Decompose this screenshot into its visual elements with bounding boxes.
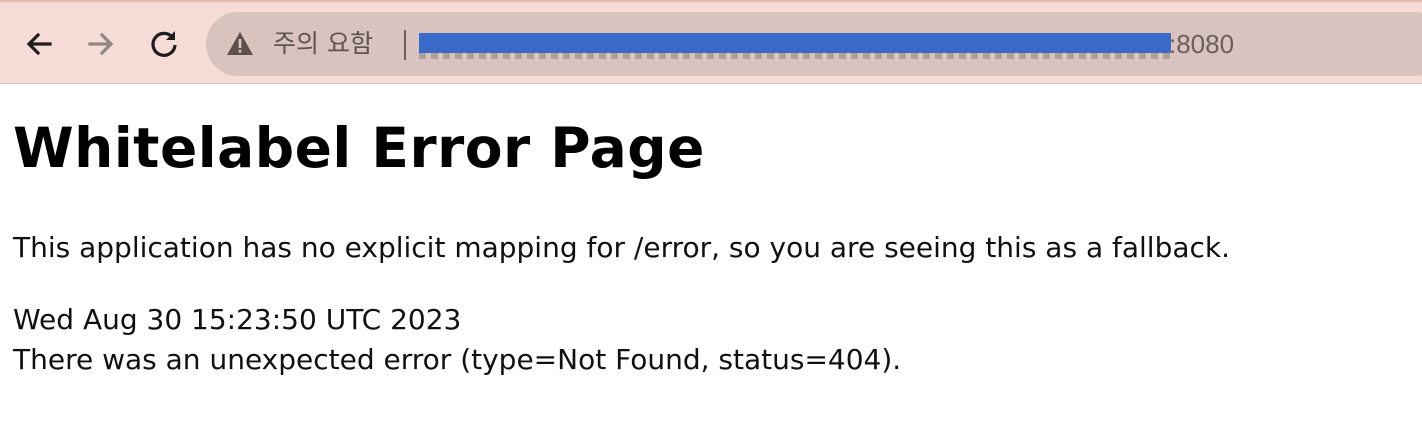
url-redaction-bar bbox=[419, 33, 1171, 53]
arrow-left-icon bbox=[26, 32, 52, 56]
forward-button[interactable] bbox=[81, 24, 121, 64]
error-detail: There was an unexpected error (type=Not … bbox=[13, 343, 902, 376]
omnibox-divider bbox=[404, 30, 406, 60]
security-status-label[interactable]: 주의 요함 bbox=[273, 27, 373, 61]
error-explanation: This application has no explicit mapping… bbox=[13, 231, 1231, 264]
url-port-text[interactable]: :8080 bbox=[1169, 27, 1234, 61]
reload-icon bbox=[151, 31, 177, 57]
page-title: Whitelabel Error Page bbox=[13, 116, 705, 180]
back-button[interactable] bbox=[19, 24, 59, 64]
error-timestamp: Wed Aug 30 15:23:50 UTC 2023 bbox=[13, 303, 462, 336]
arrow-right-icon bbox=[88, 32, 114, 56]
reload-button[interactable] bbox=[144, 24, 184, 64]
url-obscured-text bbox=[419, 53, 1171, 59]
address-bar[interactable]: 주의 요함 :8080 bbox=[206, 12, 1422, 76]
browser-toolbar: 주의 요함 :8080 bbox=[0, 0, 1422, 84]
warning-triangle-icon[interactable] bbox=[225, 29, 255, 59]
